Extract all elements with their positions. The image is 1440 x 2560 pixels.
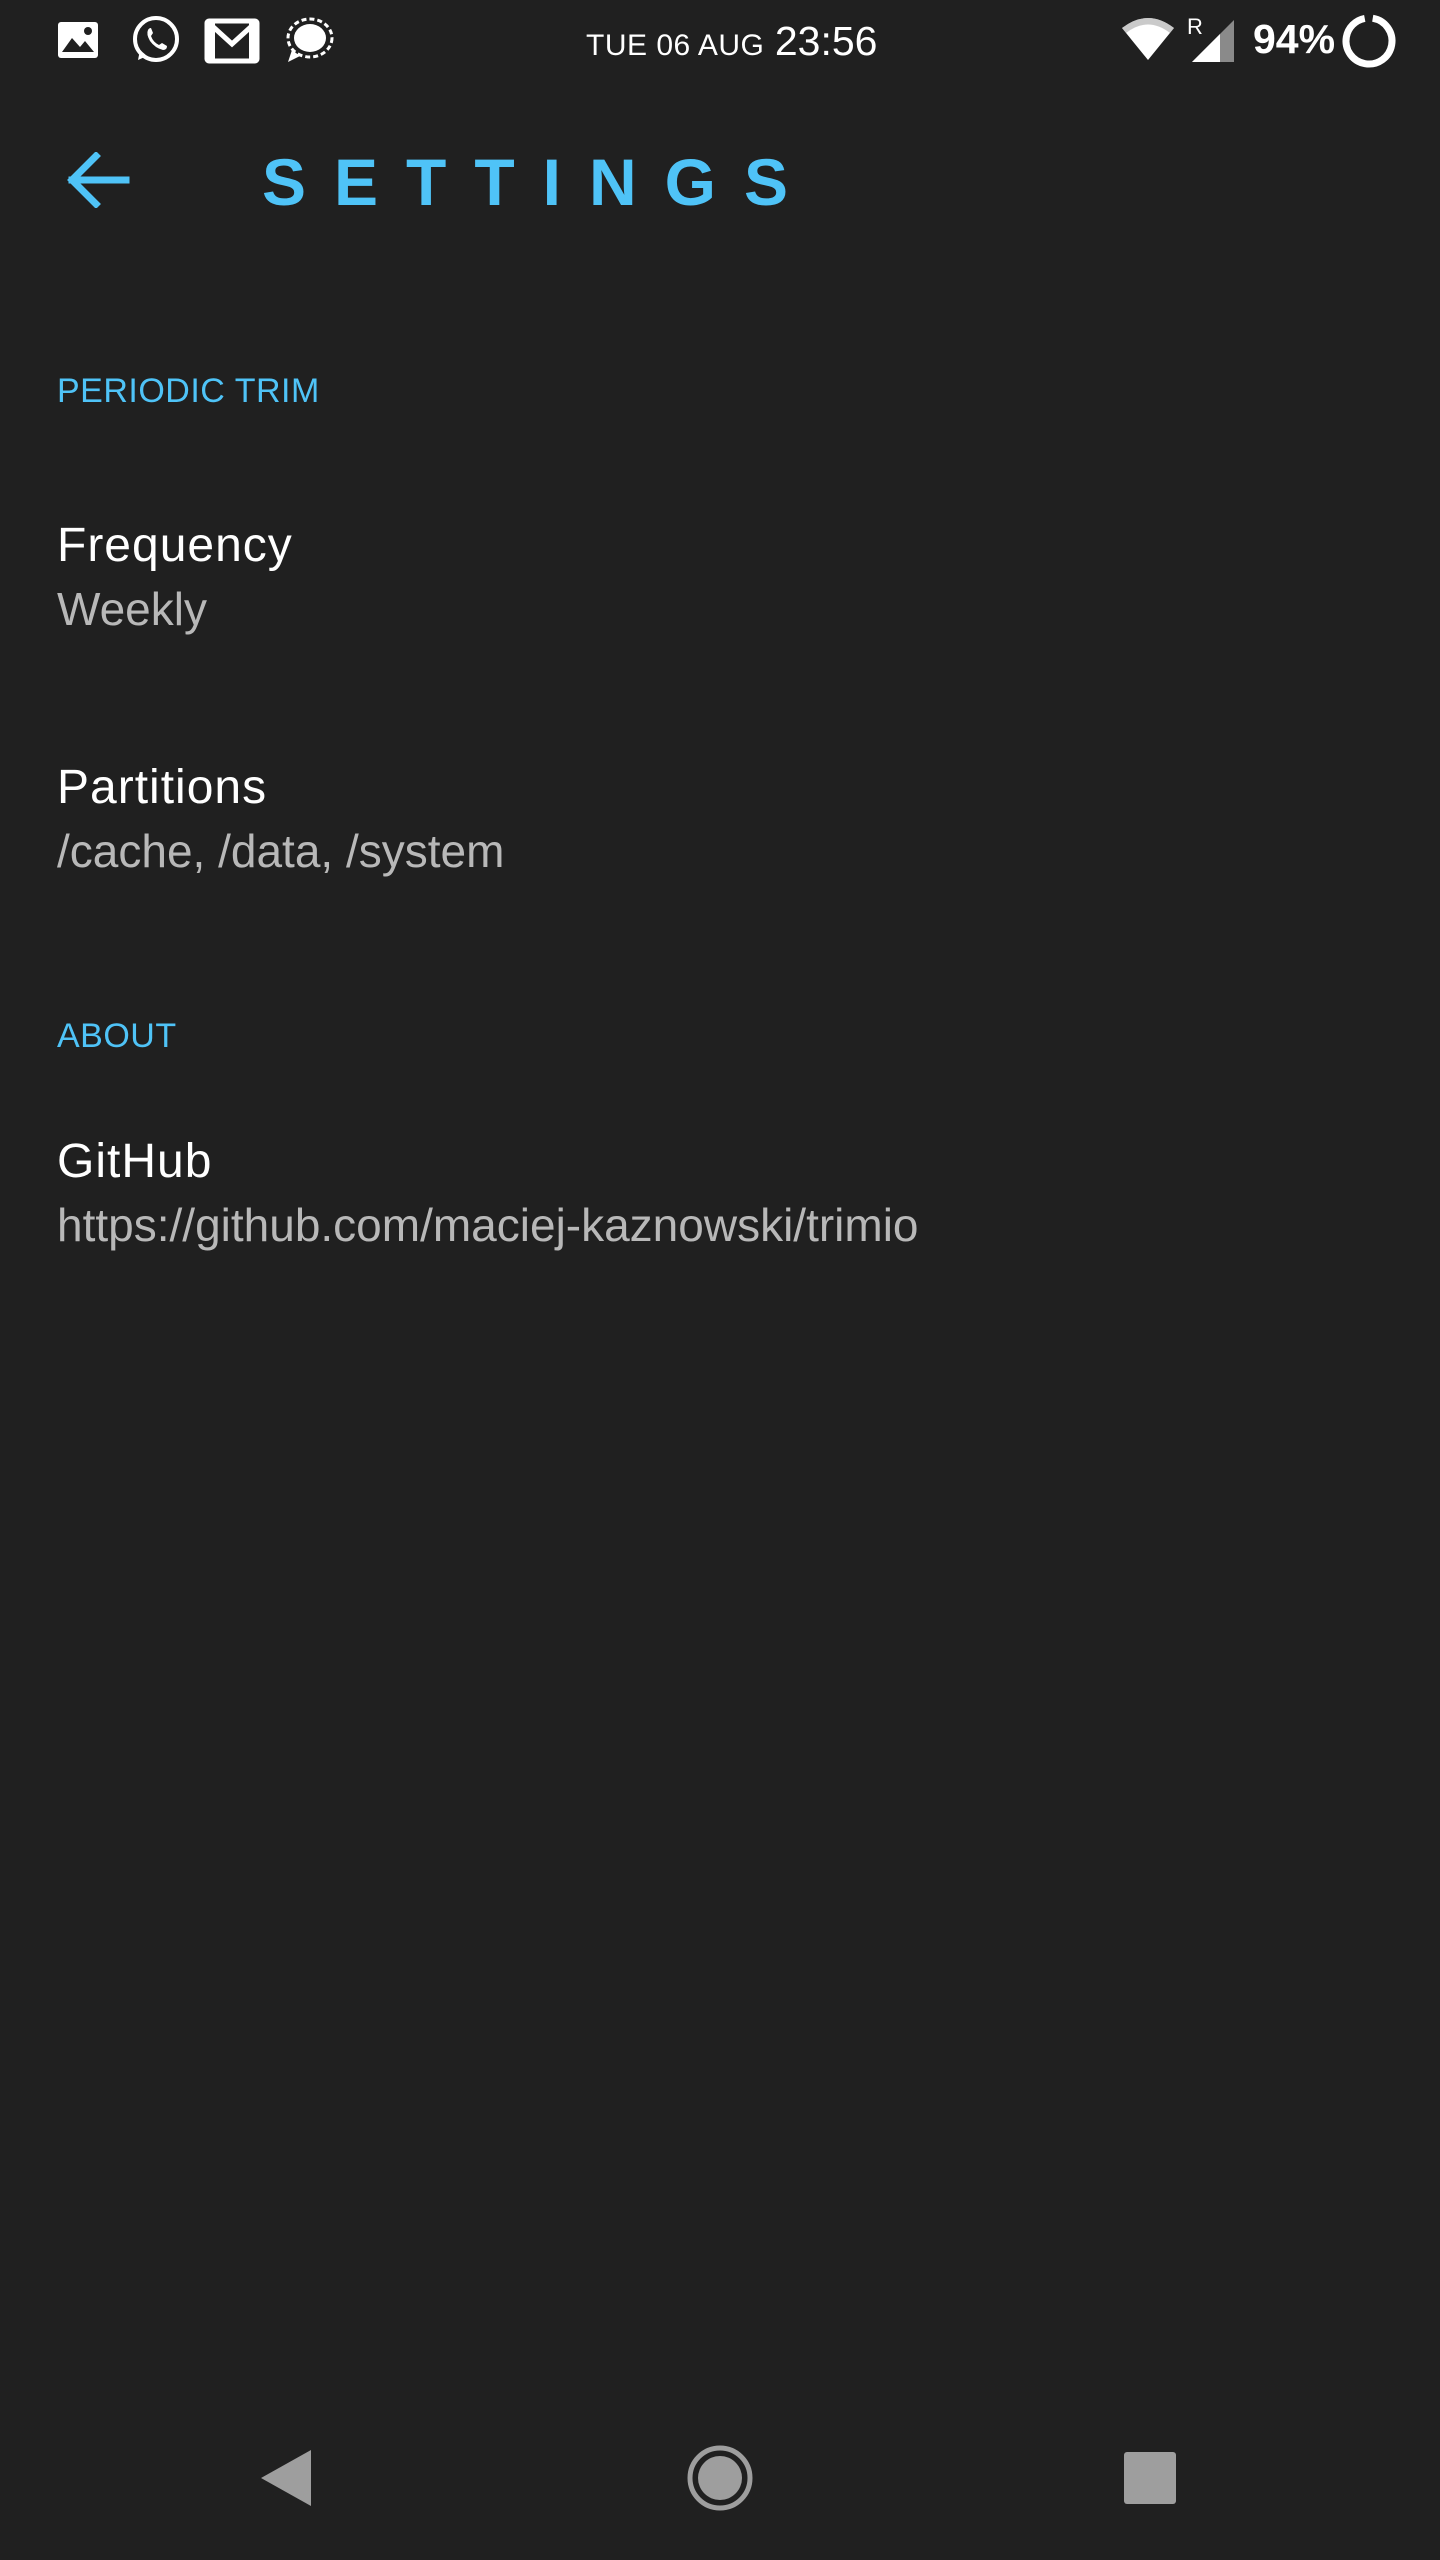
category-periodic-trim: PERIODIC TRIM: [57, 372, 320, 410]
battery-percent: 94%: [1253, 16, 1336, 62]
pref-partitions[interactable]: Partitions /cache, /data, /system: [0, 726, 1440, 926]
home-circle-icon: [685, 2443, 755, 2518]
status-time: 23:56: [774, 18, 878, 64]
back-button[interactable]: [50, 134, 146, 230]
pref-partitions-summary: /cache, /data, /system: [57, 825, 505, 877]
back-triangle-icon: [255, 2446, 315, 2515]
app-bar: SETTINGS: [0, 84, 1440, 284]
nav-recents-button[interactable]: [1110, 2440, 1190, 2520]
cell-signal-icon: [1192, 20, 1236, 67]
pref-partitions-title: Partitions: [57, 761, 268, 814]
signal-icon: [282, 14, 336, 71]
pref-github-title: GitHub: [57, 1135, 213, 1188]
category-about: ABOUT: [57, 1017, 177, 1055]
page-title: SETTINGS: [262, 145, 817, 219]
whatsapp-icon: [130, 14, 182, 71]
pref-frequency-summary: Weekly: [57, 583, 207, 635]
navigation-bar: [0, 2400, 1440, 2560]
back-arrow-icon: [66, 150, 130, 213]
nav-back-button[interactable]: [245, 2440, 325, 2520]
image-icon: [56, 20, 100, 65]
pref-github-summary: https://github.com/maciej-kaznowski/trim…: [57, 1199, 919, 1251]
status-date: TUE 06 AUG: [586, 29, 765, 62]
gmail-icon: [204, 16, 260, 69]
battery-ring-icon: [1340, 12, 1398, 75]
wifi-icon: [1120, 16, 1176, 67]
nav-home-button[interactable]: [680, 2440, 760, 2520]
status-bar: TUE 06 AUG 23:56 R 94%: [0, 0, 1440, 84]
status-clock: TUE 06 AUG 23:56: [586, 18, 877, 65]
recents-square-icon: [1122, 2450, 1178, 2511]
pref-frequency[interactable]: Frequency Weekly: [0, 484, 1440, 684]
pref-frequency-title: Frequency: [57, 519, 293, 572]
pref-github[interactable]: GitHub https://github.com/maciej-kaznows…: [0, 1100, 1440, 1300]
